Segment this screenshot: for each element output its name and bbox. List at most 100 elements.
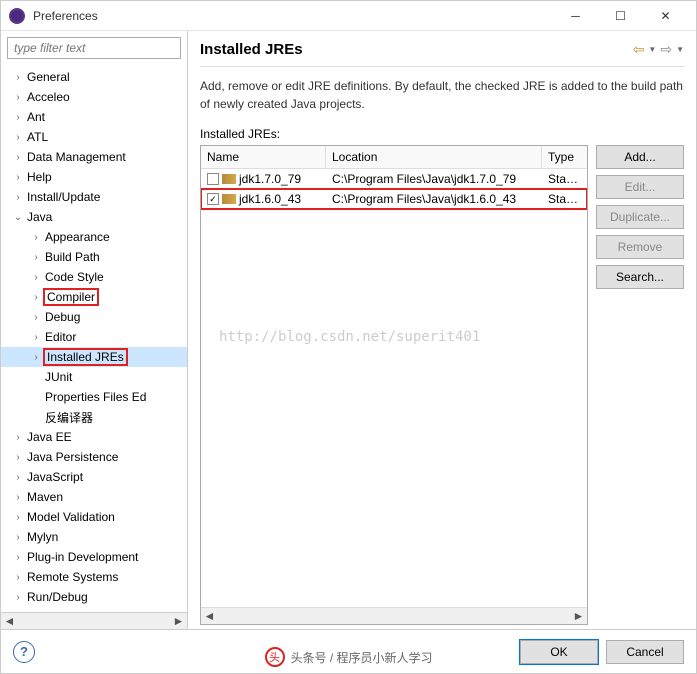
expand-arrow-icon[interactable]: › — [29, 272, 43, 283]
tree-item-java-persistence[interactable]: ›Java Persistence — [1, 447, 187, 467]
tree-item-data-management[interactable]: ›Data Management — [1, 147, 187, 167]
tree-item-editor[interactable]: ›Editor — [1, 327, 187, 347]
nav-forward-icon[interactable]: ⇨ — [660, 41, 672, 58]
tree-item-javascript[interactable]: ›JavaScript — [1, 467, 187, 487]
sidebar-hscroll[interactable]: ◄ ► — [1, 612, 187, 629]
nav-back-icon[interactable]: ⇦ — [633, 41, 645, 58]
tree-item-mylyn[interactable]: ›Mylyn — [1, 527, 187, 547]
titlebar: Preferences ─ ☐ ✕ — [1, 1, 696, 31]
tree-item-junit[interactable]: ›JUnit — [1, 367, 187, 387]
jre-icon — [222, 194, 236, 204]
scroll-right-icon[interactable]: ► — [170, 614, 187, 628]
tree-item-label: Help — [25, 170, 52, 184]
edit-button[interactable]: Edit... — [596, 175, 684, 199]
expand-arrow-icon[interactable]: › — [29, 352, 43, 363]
table-scroll-right-icon[interactable]: ► — [570, 609, 587, 623]
tree-item-properties-files-ed[interactable]: ›Properties Files Ed — [1, 387, 187, 407]
expand-arrow-icon[interactable]: › — [11, 492, 25, 503]
expand-arrow-icon[interactable]: › — [29, 312, 43, 323]
tree-item-label: Mylyn — [25, 530, 58, 544]
expand-arrow-icon[interactable]: › — [29, 332, 43, 343]
tree-item-plug-in-development[interactable]: ›Plug-in Development — [1, 547, 187, 567]
expand-arrow-icon[interactable]: › — [29, 252, 43, 263]
table-hscroll[interactable]: ◄ ► — [201, 607, 587, 624]
remove-button[interactable]: Remove — [596, 235, 684, 259]
sidebar: ›General›Acceleo›Ant›ATL›Data Management… — [1, 31, 188, 629]
jre-checkbox[interactable] — [207, 173, 219, 185]
tree-item-java-ee[interactable]: ›Java EE — [1, 427, 187, 447]
tree-item--[interactable]: ›反编译器 — [1, 407, 187, 427]
minimize-button[interactable]: ─ — [553, 1, 598, 31]
app-icon — [9, 8, 25, 24]
tree-item-acceleo[interactable]: ›Acceleo — [1, 87, 187, 107]
nav-back-menu-icon[interactable]: ▼ — [648, 45, 656, 54]
col-name[interactable]: Name — [201, 146, 326, 168]
ok-button[interactable]: OK — [520, 640, 598, 664]
expand-arrow-icon[interactable]: › — [11, 432, 25, 443]
tree-item-java[interactable]: ⌄Java — [1, 207, 187, 227]
page-title: Installed JREs — [200, 41, 633, 58]
tree-item-run-debug[interactable]: ›Run/Debug — [1, 587, 187, 607]
tree-item-build-path[interactable]: ›Build Path — [1, 247, 187, 267]
expand-arrow-icon[interactable]: › — [11, 72, 25, 83]
footer: ? OK Cancel — [1, 629, 696, 673]
tree-item-model-validation[interactable]: ›Model Validation — [1, 507, 187, 527]
expand-arrow-icon[interactable]: › — [11, 592, 25, 603]
tree-item-label: Editor — [43, 330, 76, 344]
expand-arrow-icon[interactable]: › — [11, 152, 25, 163]
tree-item-debug[interactable]: ›Debug — [1, 307, 187, 327]
expand-arrow-icon[interactable]: › — [11, 552, 25, 563]
cancel-button[interactable]: Cancel — [606, 640, 684, 664]
tree-item-label: Install/Update — [25, 190, 100, 204]
expand-arrow-icon[interactable]: › — [11, 512, 25, 523]
tree-item-installed-jres[interactable]: ›Installed JREs — [1, 347, 187, 367]
search-button[interactable]: Search... — [596, 265, 684, 289]
expand-arrow-icon[interactable]: › — [11, 92, 25, 103]
expand-arrow-icon[interactable]: ⌄ — [11, 212, 25, 223]
tree-item-code-style[interactable]: ›Code Style — [1, 267, 187, 287]
tree-item-general[interactable]: ›General — [1, 67, 187, 87]
tree-item-label: Acceleo — [25, 90, 70, 104]
table-row[interactable]: ✓jdk1.6.0_43C:\Program Files\Java\jdk1.6… — [201, 189, 587, 209]
duplicate-button[interactable]: Duplicate... — [596, 205, 684, 229]
window-title: Preferences — [33, 9, 553, 23]
col-type[interactable]: Type — [542, 146, 587, 168]
table-scroll-left-icon[interactable]: ◄ — [201, 609, 218, 623]
filter-input[interactable] — [7, 37, 181, 59]
jre-table[interactable]: Name Location Type jdk1.7.0_79C:\Program… — [200, 145, 588, 625]
tree-item-install-update[interactable]: ›Install/Update — [1, 187, 187, 207]
add-button[interactable]: Add... — [596, 145, 684, 169]
expand-arrow-icon[interactable]: › — [11, 472, 25, 483]
expand-arrow-icon[interactable]: › — [11, 132, 25, 143]
preferences-tree[interactable]: ›General›Acceleo›Ant›ATL›Data Management… — [1, 65, 187, 612]
expand-arrow-icon[interactable]: › — [29, 292, 43, 303]
content-panel: Installed JREs ⇦ ▼ ⇨ ▼ Add, remove or ed… — [188, 31, 696, 629]
tree-item-help[interactable]: ›Help — [1, 167, 187, 187]
expand-arrow-icon[interactable]: › — [11, 452, 25, 463]
expand-arrow-icon[interactable]: › — [11, 192, 25, 203]
col-location[interactable]: Location — [326, 146, 542, 168]
page-description: Add, remove or edit JRE definitions. By … — [200, 77, 684, 113]
tree-item-atl[interactable]: ›ATL — [1, 127, 187, 147]
maximize-button[interactable]: ☐ — [598, 1, 643, 31]
tree-item-ant[interactable]: ›Ant — [1, 107, 187, 127]
expand-arrow-icon[interactable]: › — [29, 232, 43, 243]
tree-item-maven[interactable]: ›Maven — [1, 487, 187, 507]
tree-item-remote-systems[interactable]: ›Remote Systems — [1, 567, 187, 587]
watermark-text: http://blog.csdn.net/superit401 — [219, 329, 480, 345]
tree-item-appearance[interactable]: ›Appearance — [1, 227, 187, 247]
expand-arrow-icon[interactable]: › — [11, 112, 25, 123]
expand-arrow-icon[interactable]: › — [11, 532, 25, 543]
expand-arrow-icon[interactable]: › — [11, 172, 25, 183]
jre-name: jdk1.6.0_43 — [239, 192, 301, 206]
scroll-left-icon[interactable]: ◄ — [1, 614, 18, 628]
tree-item-label: Ant — [25, 110, 45, 124]
nav-forward-menu-icon[interactable]: ▼ — [676, 45, 684, 54]
tree-item-label: Properties Files Ed — [43, 390, 146, 404]
jre-checkbox[interactable]: ✓ — [207, 193, 219, 205]
expand-arrow-icon[interactable]: › — [11, 572, 25, 583]
tree-item-compiler[interactable]: ›Compiler — [1, 287, 187, 307]
table-row[interactable]: jdk1.7.0_79C:\Program Files\Java\jdk1.7.… — [201, 169, 587, 189]
help-icon[interactable]: ? — [13, 641, 35, 663]
close-button[interactable]: ✕ — [643, 1, 688, 31]
